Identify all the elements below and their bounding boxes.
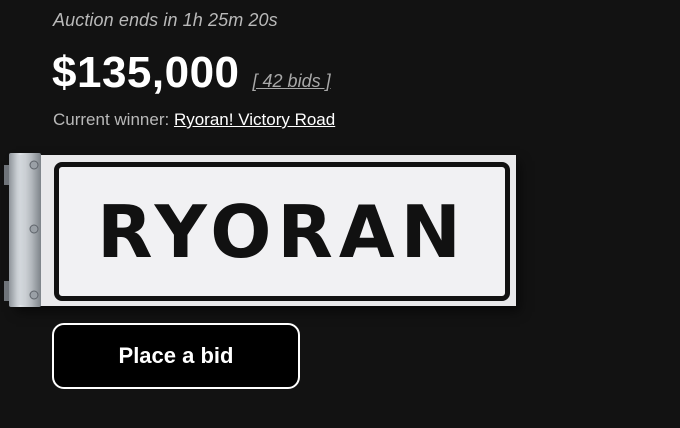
sign-board: RYORAN [12,155,516,306]
sign-text: RYORAN [97,189,467,274]
winner-link[interactable]: Ryoran! Victory Road [174,110,335,129]
winner-label: Current winner: [53,110,170,129]
bid-count-link[interactable]: [ 42 bids ] [253,71,331,92]
street-sign-image: RYORAN [0,153,516,307]
auction-countdown: Auction ends in 1h 25m 20s [53,10,278,30]
current-winner: Current winner: Ryoran! Victory Road [53,110,335,130]
sign-border: RYORAN [54,162,510,301]
place-bid-button[interactable]: Place a bid [52,323,300,389]
mounting-bracket-icon [4,153,41,307]
current-price: $135,000 [52,48,240,97]
price-row: $135,000 [ 42 bids ] [52,48,331,98]
